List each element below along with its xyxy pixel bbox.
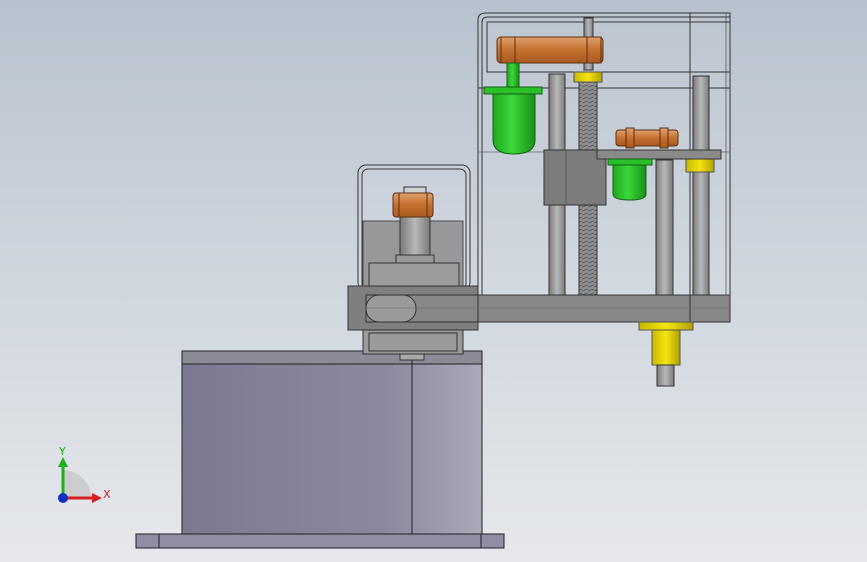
cad-viewport[interactable]: Y X [0, 0, 867, 562]
screw-collar-upper[interactable] [573, 71, 603, 83]
motor-lower[interactable] [607, 158, 653, 201]
triad-x-label: X [103, 488, 111, 501]
base-housing[interactable] [181, 350, 483, 535]
rod-collar-right[interactable] [685, 157, 715, 173]
belt-pulley-upper[interactable] [496, 36, 604, 64]
triad-y-label: Y [58, 445, 66, 458]
belt-pulley-lower[interactable] [615, 127, 679, 149]
base-flange[interactable] [135, 533, 505, 549]
triad-z-axis [58, 493, 68, 503]
z-shaft[interactable] [656, 364, 675, 387]
